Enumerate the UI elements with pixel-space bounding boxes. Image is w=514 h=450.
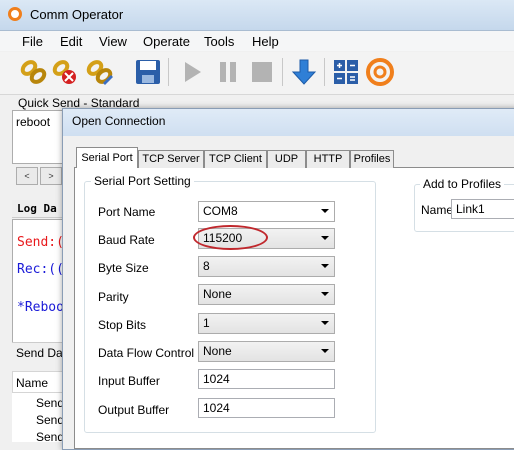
app-logo-icon: [8, 7, 22, 21]
stop-icon[interactable]: [246, 56, 278, 88]
output-buffer-label: Output Buffer: [98, 403, 170, 417]
flow-control-select[interactable]: None: [198, 341, 335, 362]
tab-serial-port[interactable]: Serial Port: [76, 147, 138, 168]
port-name-select[interactable]: COM8: [198, 201, 335, 222]
parity-label: Parity: [98, 290, 129, 304]
profiles-group-title: Add to Profiles: [420, 177, 505, 191]
download-icon[interactable]: [288, 56, 320, 88]
tab-profiles[interactable]: Profiles: [350, 150, 394, 168]
chevron-down-icon: [321, 349, 329, 353]
chevron-down-icon: [321, 321, 329, 325]
highlight-ellipse: [193, 225, 268, 250]
log-line: Rec:((: [17, 262, 64, 277]
app-logo-icon[interactable]: [364, 56, 396, 88]
baud-rate-label: Baud Rate: [98, 233, 155, 247]
dialog-title: Open Connection: [72, 114, 166, 128]
menu-file[interactable]: File: [22, 34, 43, 49]
menu-help[interactable]: Help: [252, 34, 279, 49]
flow-control-value: None: [203, 344, 232, 358]
log-line: Send:(: [17, 235, 64, 250]
byte-size-select[interactable]: 8: [198, 256, 335, 277]
chevron-down-icon: [321, 209, 329, 213]
menu-view[interactable]: View: [99, 34, 127, 49]
stop-bits-label: Stop Bits: [98, 318, 147, 332]
tab-udp[interactable]: UDP: [267, 150, 306, 168]
quick-send-text: reboot: [16, 115, 51, 129]
calculator-icon[interactable]: [330, 56, 362, 88]
edit-connection-icon[interactable]: [84, 56, 116, 88]
toolbar-separator: [282, 58, 283, 86]
play-icon[interactable]: [176, 56, 208, 88]
log-line: *Reboo: [17, 300, 64, 315]
toolbar-separator: [324, 58, 325, 86]
tab-tcp-client[interactable]: TCP Client: [204, 150, 267, 168]
chevron-down-icon: [321, 264, 329, 268]
window-title: Comm Operator: [30, 7, 124, 22]
chevron-down-icon: [321, 236, 329, 240]
port-name-label: Port Name: [98, 205, 156, 219]
tab-http[interactable]: HTTP: [306, 150, 350, 168]
input-buffer-field[interactable]: 1024: [198, 369, 335, 389]
tab-tcp-server[interactable]: TCP Server: [138, 150, 204, 168]
chevron-down-icon: [321, 292, 329, 296]
profile-name-field[interactable]: Link1: [451, 199, 514, 219]
stop-bits-value: 1: [203, 316, 210, 330]
flow-control-label: Data Flow Control: [98, 346, 195, 360]
save-icon[interactable]: [132, 56, 164, 88]
disconnect-icon[interactable]: [50, 56, 82, 88]
output-buffer-field[interactable]: 1024: [198, 398, 335, 418]
next-button[interactable]: >: [40, 167, 62, 185]
menu-edit[interactable]: Edit: [60, 34, 82, 49]
parity-value: None: [203, 287, 232, 301]
prev-button[interactable]: <: [16, 167, 38, 185]
profile-name-label: Name: [421, 203, 454, 217]
stop-bits-select[interactable]: 1: [198, 313, 335, 334]
port-name-value: COM8: [203, 204, 238, 218]
serial-port-group-title: Serial Port Setting: [91, 174, 194, 188]
input-buffer-label: Input Buffer: [98, 374, 160, 388]
connect-icon[interactable]: [18, 56, 50, 88]
menu-operate[interactable]: Operate: [143, 34, 190, 49]
toolbar-separator: [168, 58, 169, 86]
byte-size-label: Byte Size: [98, 261, 149, 275]
byte-size-value: 8: [203, 259, 210, 273]
column-name[interactable]: Name: [16, 376, 48, 390]
parity-select[interactable]: None: [198, 284, 335, 305]
pause-icon[interactable]: [212, 56, 244, 88]
menu-tools[interactable]: Tools: [204, 34, 234, 49]
